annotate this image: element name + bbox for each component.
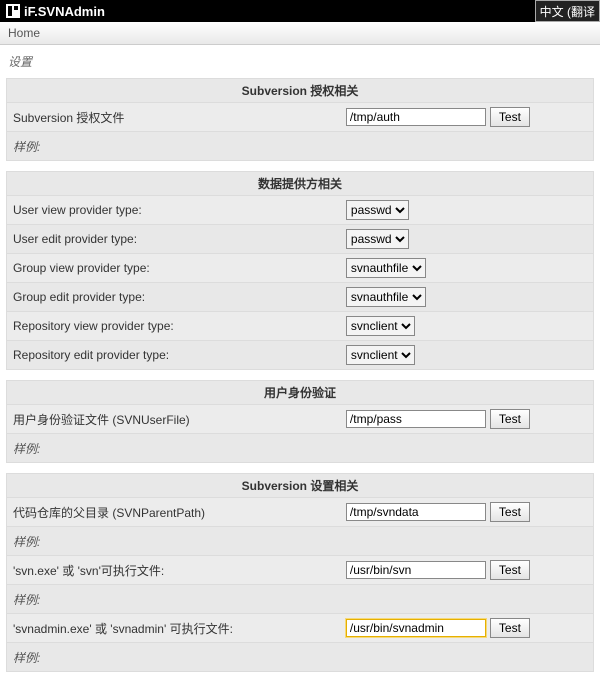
user-edit-select[interactable]: passwd — [346, 229, 409, 249]
row-svn-exe: 'svn.exe' 或 'svn'可执行文件: Test — [6, 556, 594, 585]
user-view-label: User view provider type: — [13, 203, 346, 217]
user-view-select[interactable]: passwd — [346, 200, 409, 220]
auth-file-input[interactable] — [346, 108, 486, 126]
svnadmin-exe-label: 'svnadmin.exe' 或 'svnadmin' 可执行文件: — [13, 620, 346, 637]
group-edit-select[interactable]: svnauthfile — [346, 287, 426, 307]
row-user-view: User view provider type: passwd — [6, 196, 594, 225]
section-svn-settings: Subversion 设置相关 代码仓库的父目录 (SVNParentPath)… — [6, 473, 594, 672]
row-user-auth-example: 样例: — [6, 434, 594, 463]
svn-exe-test-button[interactable]: Test — [490, 560, 530, 580]
section-data-provider: 数据提供方相关 User view provider type: passwd … — [6, 171, 594, 370]
row-auth-example: 样例: — [6, 132, 594, 161]
svn-exe-input[interactable] — [346, 561, 486, 579]
top-bar: iF.SVNAdmin 中文 (翻译 — [0, 0, 600, 22]
group-view-select[interactable]: svnauthfile — [346, 258, 426, 278]
auth-example-label: 样例: — [13, 138, 346, 155]
section-auth-header: Subversion 授权相关 — [6, 78, 594, 103]
parent-path-test-button[interactable]: Test — [490, 502, 530, 522]
user-file-label: 用户身份验证文件 (SVNUserFile) — [13, 411, 346, 428]
row-user-file: 用户身份验证文件 (SVNUserFile) Test — [6, 405, 594, 434]
user-edit-label: User edit provider type: — [13, 232, 346, 246]
row-user-edit: User edit provider type: passwd — [6, 225, 594, 254]
user-auth-example-label: 样例: — [13, 440, 346, 457]
nav-bar: Home — [0, 22, 600, 45]
app-logo-icon — [6, 4, 20, 18]
repo-view-label: Repository view provider type: — [13, 319, 346, 333]
section-svn-settings-header: Subversion 设置相关 — [6, 473, 594, 498]
section-data-provider-header: 数据提供方相关 — [6, 171, 594, 196]
svn-exe-label: 'svn.exe' 或 'svn'可执行文件: — [13, 562, 346, 579]
auth-file-label: Subversion 授权文件 — [13, 109, 346, 126]
svnadmin-exe-input[interactable] — [346, 619, 486, 637]
group-view-label: Group view provider type: — [13, 261, 346, 275]
svnadmin-exe-test-button[interactable]: Test — [490, 618, 530, 638]
section-auth: Subversion 授权相关 Subversion 授权文件 Test 样例: — [6, 78, 594, 161]
page-heading: 设置 — [0, 45, 600, 74]
row-auth-file: Subversion 授权文件 Test — [6, 103, 594, 132]
row-svnadmin-exe-example: 样例: — [6, 643, 594, 672]
parent-path-example-label: 样例: — [13, 533, 346, 550]
row-group-view: Group view provider type: svnauthfile — [6, 254, 594, 283]
repo-edit-select[interactable]: svnclient — [346, 345, 415, 365]
repo-edit-label: Repository edit provider type: — [13, 348, 346, 362]
user-file-test-button[interactable]: Test — [490, 409, 530, 429]
row-repo-view: Repository view provider type: svnclient — [6, 312, 594, 341]
row-parent-path-example: 样例: — [6, 527, 594, 556]
group-edit-label: Group edit provider type: — [13, 290, 346, 304]
row-repo-edit: Repository edit provider type: svnclient — [6, 341, 594, 370]
section-user-auth: 用户身份验证 用户身份验证文件 (SVNUserFile) Test 样例: — [6, 380, 594, 463]
row-group-edit: Group edit provider type: svnauthfile — [6, 283, 594, 312]
section-user-auth-header: 用户身份验证 — [6, 380, 594, 405]
nav-home[interactable]: Home — [8, 26, 40, 40]
parent-path-label: 代码仓库的父目录 (SVNParentPath) — [13, 504, 346, 521]
user-file-input[interactable] — [346, 410, 486, 428]
row-svnadmin-exe: 'svnadmin.exe' 或 'svnadmin' 可执行文件: Test — [6, 614, 594, 643]
row-svn-exe-example: 样例: — [6, 585, 594, 614]
auth-file-test-button[interactable]: Test — [490, 107, 530, 127]
row-parent-path: 代码仓库的父目录 (SVNParentPath) Test — [6, 498, 594, 527]
svn-exe-example-label: 样例: — [13, 591, 346, 608]
parent-path-input[interactable] — [346, 503, 486, 521]
repo-view-select[interactable]: svnclient — [346, 316, 415, 336]
language-button-label: 中文 (翻译 — [540, 3, 595, 20]
language-button[interactable]: 中文 (翻译 — [535, 0, 600, 22]
svnadmin-exe-example-label: 样例: — [13, 649, 346, 666]
app-title: iF.SVNAdmin — [24, 4, 105, 19]
